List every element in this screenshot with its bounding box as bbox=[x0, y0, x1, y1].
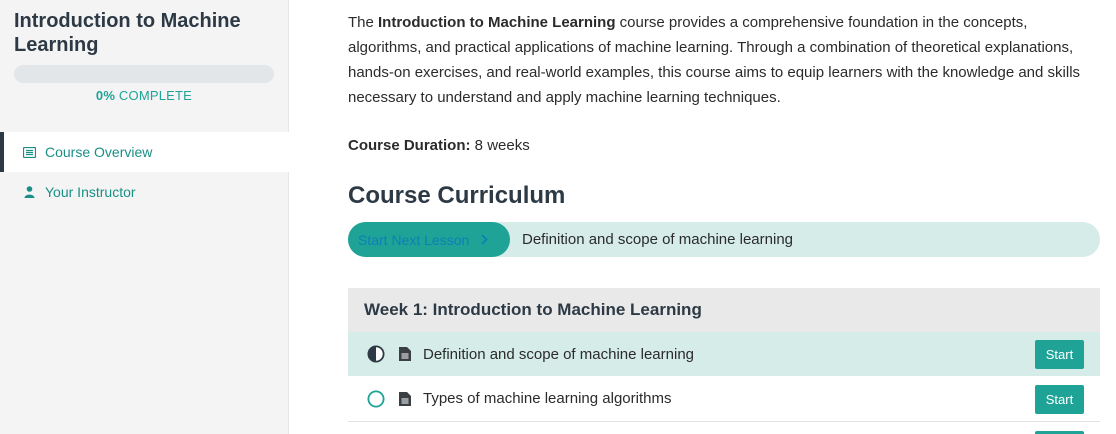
list-icon bbox=[22, 145, 36, 159]
document-icon bbox=[399, 347, 411, 361]
lesson-title: Types of machine learning algorithms bbox=[423, 390, 672, 407]
sidebar-item-label: Your Instructor bbox=[45, 184, 136, 200]
description-prefix: The bbox=[348, 14, 379, 31]
start-next-lesson-button[interactable]: Start Next Lesson bbox=[348, 222, 510, 257]
week-section: Week 1: Introduction to Machine Learning… bbox=[348, 288, 1100, 434]
progress-text: 0% COMPLETE bbox=[14, 88, 274, 103]
lesson-row[interactable] bbox=[348, 422, 1100, 434]
sidebar-item-label: Course Overview bbox=[45, 144, 153, 160]
half-circle-icon bbox=[367, 345, 385, 363]
progress-percent: 0% bbox=[95, 88, 116, 103]
sidebar-nav: Course Overview Your Instructor bbox=[0, 132, 289, 212]
lesson-row[interactable]: Definition and scope of machine learning… bbox=[348, 332, 1100, 376]
start-lesson-button[interactable]: Start bbox=[1035, 385, 1084, 414]
sidebar: Introduction to Machine Learning 0% COMP… bbox=[0, 0, 289, 434]
description-course-name: Introduction to Machine Learning bbox=[378, 14, 616, 31]
lesson-title: Definition and scope of machine learning bbox=[423, 345, 695, 363]
user-icon bbox=[22, 185, 36, 199]
progress-suffix: COMPLETE bbox=[115, 88, 193, 103]
sidebar-item-course-overview[interactable]: Course Overview bbox=[0, 132, 289, 172]
progress-bar bbox=[14, 65, 274, 83]
start-lesson-button[interactable]: Start bbox=[1035, 340, 1084, 369]
document-icon bbox=[399, 391, 411, 406]
chevron-right-icon bbox=[481, 232, 488, 248]
course-title: Introduction to Machine Learning bbox=[14, 10, 241, 56]
course-description: The Introduction to Machine Learning cou… bbox=[348, 10, 1100, 110]
curriculum-heading: Course Curriculum bbox=[348, 182, 566, 209]
next-lesson-title: Definition and scope of machine learning bbox=[522, 231, 794, 248]
sidebar-item-your-instructor[interactable]: Your Instructor bbox=[0, 172, 289, 212]
start-next-lesson-label: Start Next Lesson bbox=[358, 231, 470, 248]
lesson-row[interactable]: Types of machine learning algorithms Sta… bbox=[348, 376, 1100, 422]
next-lesson-bar: Start Next Lesson Definition and scope o… bbox=[348, 222, 1100, 257]
duration-label: Course Duration: bbox=[348, 137, 471, 154]
circle-outline-icon bbox=[367, 390, 385, 408]
course-duration: Course Duration: 8 weeks bbox=[348, 137, 530, 154]
week-title: Week 1: Introduction to Machine Learning bbox=[348, 288, 1100, 332]
duration-value: 8 weeks bbox=[470, 137, 530, 154]
